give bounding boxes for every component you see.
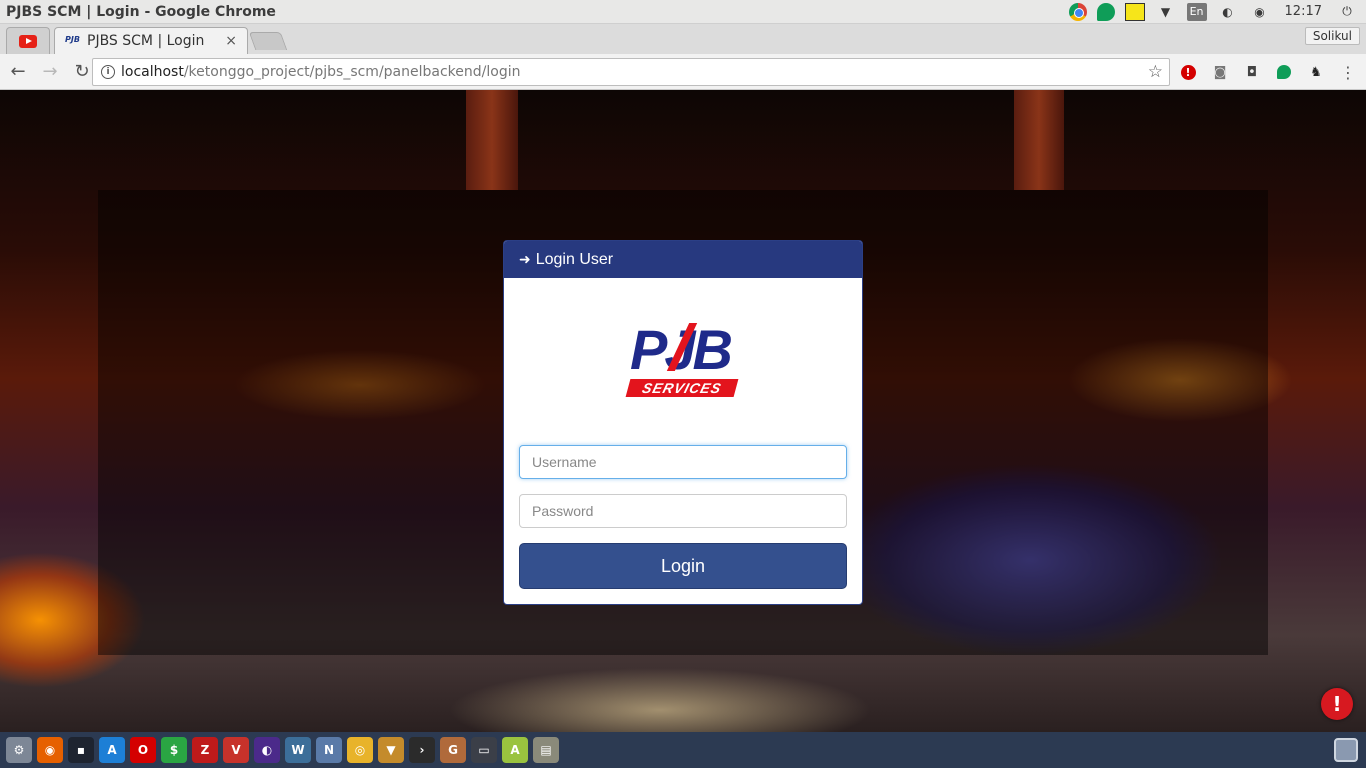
workbench-app-icon[interactable]: W (285, 737, 311, 763)
console-app-icon[interactable]: › (409, 737, 435, 763)
sign-in-icon: ➜ (519, 251, 531, 268)
address-bar[interactable]: i localhost /ketonggo_project/pjbs_scm/p… (92, 58, 1170, 86)
gimp-app-icon[interactable]: G (440, 737, 466, 763)
bookmark-star-icon[interactable]: ☆ (1148, 62, 1163, 82)
tab-strip: PJB PJBS SCM | Login × Solikul (0, 24, 1366, 54)
hangouts-extension-icon[interactable] (1274, 62, 1294, 82)
money-app-icon[interactable]: $ (161, 737, 187, 763)
window-title: PJBS SCM | Login - Google Chrome (6, 3, 276, 20)
app-store-icon[interactable]: A (99, 737, 125, 763)
eclipse-app-icon[interactable]: ◐ (254, 737, 280, 763)
menu-icon[interactable]: ⋮ (1338, 62, 1358, 82)
installer-app-icon[interactable]: ▼ (378, 737, 404, 763)
network-icon[interactable]: ◉ (1249, 1, 1271, 23)
notes-icon[interactable] (1124, 2, 1145, 21)
settings-app-icon[interactable]: ⚙ (6, 737, 32, 763)
clock[interactable]: 12:17 (1281, 1, 1326, 23)
close-tab-icon[interactable]: × (225, 33, 237, 49)
camera-icon[interactable]: ◙ (1210, 62, 1230, 82)
notification-alert-icon[interactable]: ! (1321, 688, 1353, 720)
hangouts-icon[interactable] (1096, 2, 1115, 21)
password-input[interactable] (519, 494, 847, 528)
login-panel-title: Login User (535, 250, 614, 268)
tab-pjbs-login[interactable]: PJB PJBS SCM | Login × (54, 27, 248, 54)
dock: ⚙ ◉ ▪ A O $ Z V ◐ W N ◎ ▼ › G ▭ A ▤ (0, 732, 1366, 768)
chrome-icon[interactable] (1068, 2, 1087, 21)
system-tray: ▼ En ◐ ◉ 12:17 ⏻ (1068, 1, 1366, 23)
adblock-icon[interactable]: ! (1178, 62, 1198, 82)
bulb-icon[interactable]: ◘ (1242, 62, 1262, 82)
youtube-icon (19, 34, 37, 48)
os-top-bar: PJBS SCM | Login - Google Chrome ▼ En ◐ … (0, 0, 1366, 24)
login-panel-header: ➜ Login User (504, 241, 862, 278)
login-panel: ➜ Login User PJB SERVICES Login (503, 240, 863, 605)
background-chimney (466, 90, 518, 190)
chrome-app-icon[interactable]: ◎ (347, 737, 373, 763)
screen-app-icon[interactable]: ▭ (471, 737, 497, 763)
logo-subtext: SERVICES (625, 379, 739, 397)
pjb-favicon: PJB (65, 35, 80, 44)
login-button[interactable]: Login (519, 543, 847, 589)
ssl-vpn-app-icon[interactable]: V (223, 737, 249, 763)
pjb-services-logo: PJB SERVICES (625, 319, 740, 403)
android-studio-icon[interactable]: A (502, 737, 528, 763)
keyboard-layout-icon[interactable]: En (1186, 2, 1207, 21)
opera-app-icon[interactable]: O (130, 737, 156, 763)
wolf-icon[interactable]: ♞ (1306, 62, 1326, 82)
firefox-app-icon[interactable]: ◉ (37, 737, 63, 763)
terminal-app-icon[interactable]: ▪ (68, 737, 94, 763)
archive-app-icon[interactable]: ▤ (533, 737, 559, 763)
info-icon[interactable]: i (101, 65, 115, 79)
filezilla-app-icon[interactable]: Z (192, 737, 218, 763)
wifi-icon[interactable]: ▼ (1155, 1, 1177, 23)
background-chimney (1014, 90, 1064, 190)
profile-button[interactable]: Solikul (1304, 27, 1360, 45)
sync-icon[interactable]: ◐ (1217, 1, 1239, 23)
tab-title: PJBS SCM | Login (87, 33, 205, 49)
network-app-icon[interactable]: N (316, 737, 342, 763)
username-input[interactable] (519, 445, 847, 479)
power-icon[interactable]: ⏻ (1336, 1, 1358, 23)
tab-youtube[interactable] (6, 27, 50, 54)
url-path: /ketonggo_project/pjbs_scm/panelbackend/… (183, 64, 521, 80)
new-tab-button[interactable] (248, 32, 288, 50)
browser-toolbar: ← → ↻ i localhost /ketonggo_project/pjbs… (0, 54, 1366, 90)
workspace-switcher-icon[interactable] (1334, 738, 1358, 762)
back-button[interactable]: ← (4, 58, 32, 86)
url-host: localhost (121, 64, 184, 80)
forward-button[interactable]: → (36, 58, 64, 86)
